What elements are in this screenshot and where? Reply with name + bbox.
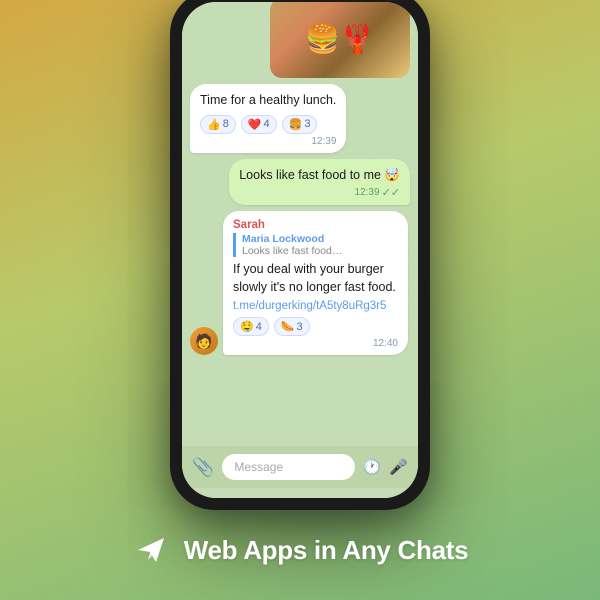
sarah-bubble: Sarah Maria Lockwood Looks like fast foo… [223,211,408,355]
food-image-bubble: 🍔🦞 [270,2,410,78]
reaction-hotdog-emoji: 🌭 [281,320,295,333]
message-1-time-row: 12:39 [200,136,336,147]
message-2-time-check: 12:39 ✓✓ [355,186,400,199]
message-2-time-row: 12:39 ✓✓ [239,186,400,199]
phone-wrapper: 🍔🦞 Time for a healthy lunch. 👍 8 ❤️ 4 [170,0,430,510]
reaction-thumbs-emoji: 👍 [207,118,221,131]
message-sarah-wrapper: 🧑 Sarah Maria Lockwood Looks like fast f… [190,211,410,355]
phone-screen: 🍔🦞 Time for a healthy lunch. 👍 8 ❤️ 4 [182,2,418,498]
reaction-heart-count: 4 [264,118,270,130]
chat-area: 🍔🦞 Time for a healthy lunch. 👍 8 ❤️ 4 [182,2,418,446]
reaction-burger[interactable]: 🍔 3 [282,115,318,134]
message-2-text: Looks like fast food to me 🤯 [239,167,400,185]
reaction-thumbs[interactable]: 👍 8 [200,115,236,134]
sarah-quote-author: Maria Lockwood [242,233,398,245]
sarah-sender-name: Sarah [233,219,398,231]
message-incoming-1: Time for a healthy lunch. 👍 8 ❤️ 4 🍔 3 [190,84,346,153]
reaction-hotdog-count: 3 [297,321,303,333]
home-indicator [260,492,340,496]
attach-icon[interactable]: 📎 [192,457,214,478]
bottom-tagline-area: Web Apps in Any Chats [0,530,600,570]
avatar-emoji: 🧑 [195,333,212,350]
message-input[interactable]: Message [222,454,354,480]
reaction-burger-count: 3 [304,118,310,130]
sarah-quote-block: Maria Lockwood Looks like fast food… [233,233,398,257]
reaction-drool-emoji: 🤤 [240,320,254,333]
mic-icon[interactable]: 🎤 [389,458,408,476]
sarah-avatar: 🧑 [190,327,218,355]
sarah-message-body: If you deal with your burger slowly it's… [233,261,398,296]
sarah-quote-text: Looks like fast food… [242,245,398,257]
sarah-message-link[interactable]: t.me/durgerking/tA5ty8uRg3r5 [233,300,398,312]
clock-icon[interactable]: 🕐 [363,458,382,476]
message-1-reactions: 👍 8 ❤️ 4 🍔 3 [200,115,336,134]
message-2-row: Looks like fast food to me 🤯 [239,167,400,185]
message-2-time: 12:39 [355,187,380,198]
message-outgoing-2: Looks like fast food to me 🤯 12:39 ✓✓ [229,159,410,206]
message-1-text: Time for a healthy lunch. [200,92,336,110]
sarah-message-time: 12:40 [373,338,398,349]
telegram-icon [132,530,172,570]
reaction-burger-emoji: 🍔 [289,118,303,131]
reaction-hotdog[interactable]: 🌭 3 [274,317,310,336]
reaction-drool[interactable]: 🤤 4 [233,317,269,336]
food-image-content: 🍔🦞 [270,2,410,78]
sarah-time-row: 12:40 [233,338,398,349]
read-check-icon: ✓✓ [382,186,400,199]
input-right-icons: 🕐 🎤 [363,458,408,476]
input-bar: 📎 Message 🕐 🎤 [182,446,418,488]
message-1-time: 12:39 [311,136,336,147]
message-placeholder: Message [234,460,283,474]
tagline-text: Web Apps in Any Chats [184,535,469,566]
sarah-reactions: 🤤 4 🌭 3 [233,317,398,336]
reaction-drool-count: 4 [256,321,262,333]
reaction-heart[interactable]: ❤️ 4 [241,115,277,134]
reaction-heart-emoji: ❤️ [248,118,262,131]
phone-frame: 🍔🦞 Time for a healthy lunch. 👍 8 ❤️ 4 [170,0,430,510]
reaction-thumbs-count: 8 [223,118,229,130]
